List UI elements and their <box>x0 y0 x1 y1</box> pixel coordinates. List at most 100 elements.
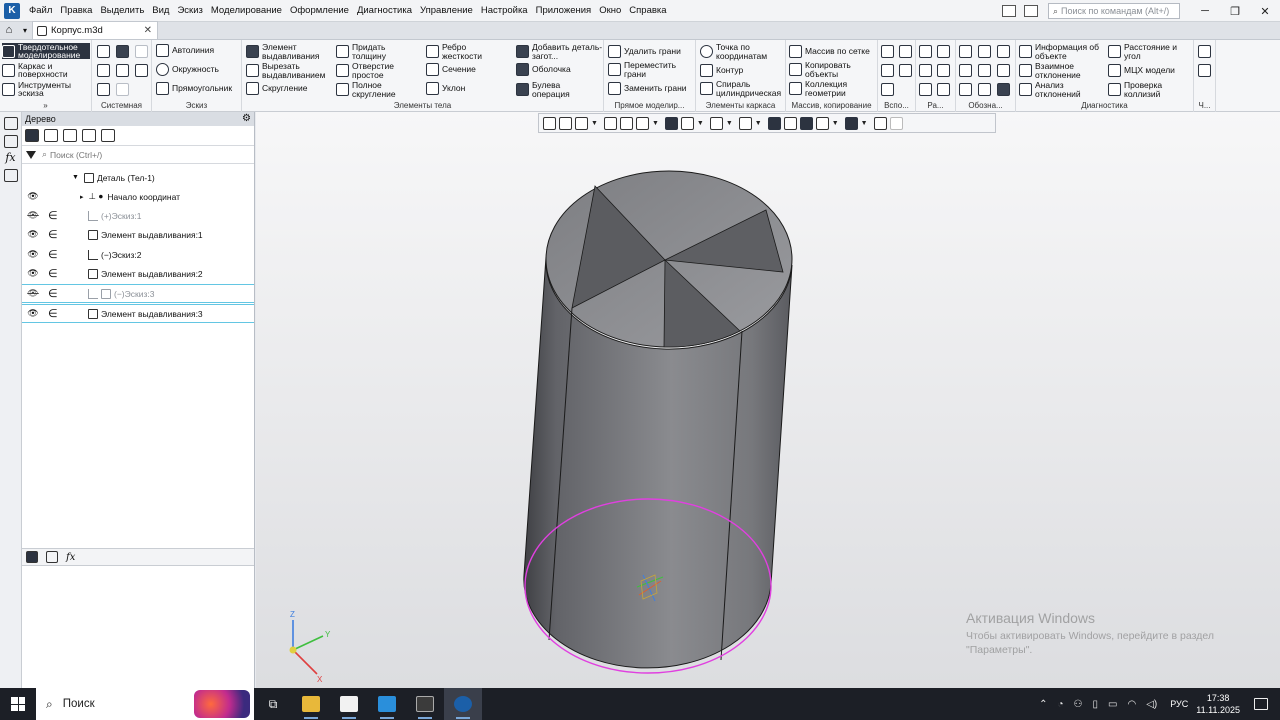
object-info-button[interactable]: Информация об объекте <box>1019 43 1107 60</box>
dependency-icon[interactable]: ∈ <box>48 228 58 241</box>
variables-icon[interactable]: fx <box>0 151 21 164</box>
tree-row-sketch-3[interactable]: 👁 ∈ (−)Эскиз:3 <box>22 284 254 303</box>
weld-icon[interactable] <box>997 64 1010 77</box>
text-icon[interactable] <box>997 83 1010 96</box>
display-dropdown-icon[interactable]: ▼ <box>697 120 704 127</box>
hide-dropdown-icon[interactable]: ▼ <box>726 120 733 127</box>
move-faces-button[interactable]: Переместить грани <box>608 61 694 78</box>
menu-management[interactable]: Управление <box>416 5 477 16</box>
save-icon[interactable] <box>135 45 148 58</box>
menu-modeling[interactable]: Моделирование <box>207 5 286 16</box>
clock[interactable]: 17:38 11.11.2025 <box>1196 692 1240 716</box>
copy-objects-button[interactable]: Копировать объекты <box>789 61 875 78</box>
tree-row-extrude-2[interactable]: 👁 ∈ Элемент выдавливания:2 <box>22 264 254 283</box>
dependency-icon[interactable]: ∈ <box>48 287 58 300</box>
full-fillet-button[interactable]: Полное скругление <box>336 81 412 98</box>
distance-angle-button[interactable]: Расстояние и угол <box>1108 43 1192 60</box>
rectangle-button[interactable]: Прямоугольник <box>156 82 232 95</box>
terminal-button[interactable] <box>406 688 444 720</box>
menu-settings[interactable]: Настройка <box>477 5 532 16</box>
pencil-icon[interactable] <box>889 116 903 130</box>
layout-icon[interactable] <box>1002 5 1016 17</box>
expand-arrow-icon[interactable]: ▼ <box>72 174 79 181</box>
extra-icon-1[interactable] <box>1198 45 1211 58</box>
tree-search-input[interactable] <box>50 149 231 160</box>
section-view-icon[interactable] <box>767 116 781 130</box>
collapse-arrow-icon[interactable]: ▸ <box>80 193 84 201</box>
3d-viewport[interactable]: Z Y X ▼ ▼ ▼ ▼ ▼ ▼ ▼ Активация Windows Чт… <box>256 112 1280 688</box>
properties-panel-icon[interactable] <box>4 135 18 148</box>
menu-edit[interactable]: Правка <box>56 5 96 16</box>
wireframe-display-icon[interactable] <box>680 116 694 130</box>
grid-array-button[interactable]: Массив по сетке <box>789 45 870 58</box>
leader-icon[interactable] <box>959 45 972 58</box>
volume-icon[interactable]: ◁) <box>1146 699 1157 710</box>
chevron-up-icon[interactable]: ⌃ <box>1039 699 1047 710</box>
properties-tab-icon[interactable] <box>46 551 58 563</box>
notifications-icon[interactable] <box>1254 698 1268 710</box>
menu-diagnostics[interactable]: Диагностика <box>353 5 416 16</box>
mode-solid-modeling[interactable]: Твердотельное моделирование <box>2 42 90 59</box>
tree-components-icon[interactable] <box>63 129 77 142</box>
tree-structure-icon[interactable] <box>25 129 39 142</box>
boolean-button[interactable]: Булева операция <box>516 81 596 98</box>
auto-dim-icon[interactable] <box>919 83 932 96</box>
gear-icon[interactable]: ⚙ <box>242 112 251 126</box>
point-by-coords-button[interactable]: Точка по координатам <box>700 43 784 60</box>
selection-filter-icon[interactable] <box>844 116 858 130</box>
autoline-button[interactable]: Автолиния <box>156 44 214 57</box>
preview-icon[interactable] <box>116 64 129 77</box>
contour-button[interactable]: Контур <box>700 64 743 77</box>
kompas-taskbar-button[interactable] <box>444 688 482 720</box>
battery-icon[interactable]: ▯ <box>1093 699 1099 710</box>
mode-sketch-tools[interactable]: Инструменты эскиза <box>2 80 90 97</box>
view-grid-icon[interactable] <box>543 116 556 130</box>
radial-dim-icon[interactable] <box>937 45 950 58</box>
dependency-icon[interactable]: ∈ <box>48 209 58 222</box>
redo-icon[interactable] <box>116 83 129 96</box>
tree-row-extrude-1[interactable]: 👁 ∈ Элемент выдавливания:1 <box>22 225 254 244</box>
tree-build-order-icon[interactable] <box>44 129 58 142</box>
hide-icon[interactable] <box>709 116 723 130</box>
zoom-icon[interactable] <box>575 116 588 130</box>
extra-icon-2[interactable] <box>1198 64 1211 77</box>
kompas-app-icon[interactable]: K <box>4 2 20 19</box>
mode-wireframe-surfaces[interactable]: Каркас и поверхности <box>2 61 90 78</box>
pan-icon[interactable] <box>603 116 617 130</box>
open-file-icon[interactable] <box>116 45 129 58</box>
eye-icon[interactable]: 👁 <box>27 229 39 240</box>
circle-button[interactable]: Окружность <box>156 63 219 76</box>
measure-icon[interactable] <box>873 116 887 130</box>
wifi-icon[interactable]: ◠ <box>1127 699 1136 710</box>
eye-icon[interactable]: 👁 <box>27 191 39 202</box>
file-explorer-button[interactable] <box>292 688 330 720</box>
cut-extrude-button[interactable]: Вырезать выдавливанием <box>246 62 334 79</box>
linear-dim-icon[interactable] <box>919 45 932 58</box>
menu-help[interactable]: Справка <box>625 5 670 16</box>
dependency-icon[interactable]: ∈ <box>48 307 58 320</box>
fillet-button[interactable]: Скругление <box>246 82 308 95</box>
aux-plane-icon[interactable] <box>881 45 894 58</box>
filter-view-icon[interactable] <box>815 116 829 130</box>
eye-icon[interactable]: 👁 <box>27 268 39 279</box>
mark-icon[interactable] <box>978 64 991 77</box>
simple-hole-button[interactable]: Отверстие простое <box>336 62 412 79</box>
tree-row-part[interactable]: ▼ Деталь (Тел-1) <box>22 168 254 187</box>
aux-axis-icon[interactable] <box>899 45 912 58</box>
home-icon[interactable]: ⌂ <box>0 22 18 39</box>
aux-plane2-icon[interactable] <box>881 64 894 77</box>
layers-panel-icon[interactable] <box>4 169 18 182</box>
cut-line-icon[interactable] <box>978 83 991 96</box>
filter-icon[interactable] <box>26 150 36 159</box>
close-tab-icon[interactable]: ✕ <box>144 25 152 36</box>
menu-window[interactable]: Окно <box>595 5 625 16</box>
dependency-icon[interactable]: ∈ <box>48 267 58 280</box>
draft-button[interactable]: Уклон <box>426 82 465 95</box>
tree-panel-icon[interactable] <box>4 117 18 130</box>
rib-button[interactable]: Ребро жесткости <box>426 43 502 60</box>
replace-faces-button[interactable]: Заменить грани <box>608 82 687 95</box>
variables-tab-icon[interactable]: fx <box>66 552 75 563</box>
shell-button[interactable]: Оболочка <box>516 63 571 76</box>
vscode-button[interactable] <box>368 688 406 720</box>
tree-layers-icon[interactable] <box>101 129 115 142</box>
